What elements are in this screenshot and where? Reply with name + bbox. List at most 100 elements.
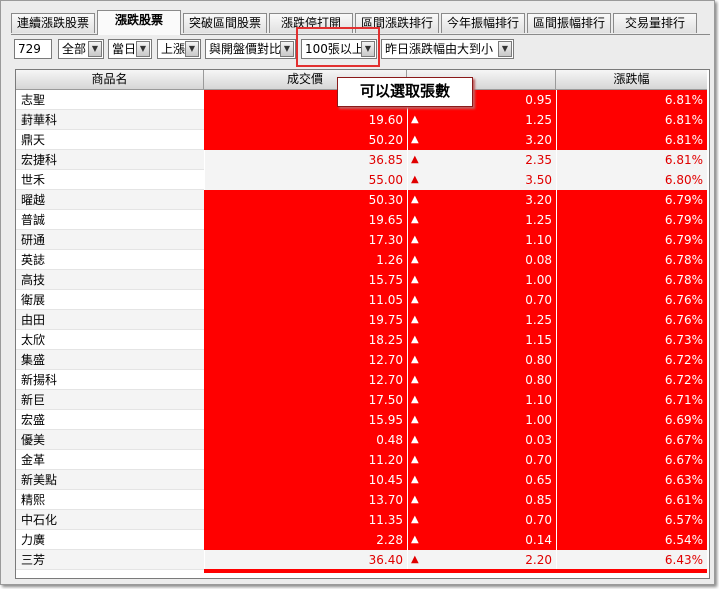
percent-cell: 6.61% (556, 490, 707, 510)
table-row[interactable]: 精熙 13.70 0.85 6.61% ▲ (16, 490, 707, 510)
stock-name-cell: 力廣 (16, 530, 204, 550)
table-row[interactable]: 金革 11.20 0.70 6.67% ▲ (16, 450, 707, 470)
stock-name-cell: 高技 (16, 270, 204, 290)
change-cell: 0.70 (407, 510, 556, 530)
period-select[interactable]: 當日 ▼ (108, 39, 152, 59)
table-row[interactable]: 中石化 11.35 0.70 6.57% ▲ (16, 510, 707, 530)
table-row[interactable]: 衛展 11.05 0.70 6.76% ▲ (16, 290, 707, 310)
change-cell: 0.70 (407, 450, 556, 470)
table-row[interactable]: 優美 0.48 0.03 6.67% ▲ (16, 430, 707, 450)
up-arrow-icon: ▲ (411, 254, 419, 265)
change-cell: 0.08 (407, 250, 556, 270)
price-cell: 17.30 (204, 230, 407, 250)
up-arrow-icon: ▲ (411, 374, 419, 385)
price-cell: 17.50 (204, 390, 407, 410)
stock-name-cell: 英誌 (16, 250, 204, 270)
compare-select-value: 與開盤價對比 (209, 42, 282, 56)
stock-name-cell: 衛展 (16, 290, 204, 310)
price-cell: 2.28 (204, 530, 407, 550)
percent-cell: 6.72% (556, 350, 707, 370)
stock-name-cell: 研通 (16, 230, 204, 250)
chevron-down-icon[interactable]: ▼ (498, 41, 512, 57)
up-arrow-icon: ▲ (411, 194, 419, 205)
price-cell: 55.00 (204, 170, 407, 190)
change-cell: 1.10 (407, 230, 556, 250)
up-arrow-icon: ▲ (411, 334, 419, 345)
percent-cell: 6.79% (556, 230, 707, 250)
tab-volume-ranking[interactable]: 交易量排行 (613, 13, 697, 33)
table-row[interactable]: 宏捷科 36.85 2.35 6.81% ▲ (16, 150, 707, 170)
table-row[interactable]: 鼎天 50.20 3.20 6.81% ▲ (16, 130, 707, 150)
price-cell: 1.26 (204, 250, 407, 270)
up-arrow-icon: ▲ (411, 554, 419, 565)
percent-cell: 6.67% (556, 430, 707, 450)
change-cell: 0.70 (407, 290, 556, 310)
change-cell: 1.00 (407, 410, 556, 430)
table-row[interactable]: 太欣 18.25 1.15 6.73% ▲ (16, 330, 707, 350)
table-row[interactable]: 新美點 10.45 0.65 6.63% ▲ (16, 470, 707, 490)
table-row[interactable]: 三芳 36.40 2.20 6.43% ▲ (16, 550, 707, 570)
up-arrow-icon: ▲ (411, 474, 419, 485)
percent-cell: 6.57% (556, 510, 707, 530)
chevron-down-icon[interactable]: ▼ (280, 41, 294, 57)
sort-select[interactable]: 昨日漲跌幅由大到小 ▼ (381, 39, 514, 59)
percent-cell: 6.78% (556, 270, 707, 290)
percent-cell: 6.73% (556, 330, 707, 350)
up-arrow-icon: ▲ (411, 234, 419, 245)
column-header-pct[interactable]: 漲跌幅 (556, 70, 707, 90)
price-cell: 0.48 (204, 430, 407, 450)
price-cell: 15.75 (204, 270, 407, 290)
table-row[interactable]: 力廣 2.28 0.14 6.54% ▲ (16, 530, 707, 550)
code-input[interactable]: 729 (14, 39, 52, 59)
price-cell: 12.70 (204, 350, 407, 370)
table-row[interactable]: 宏盛 15.95 1.00 6.69% ▲ (16, 410, 707, 430)
stock-name-cell: 太欣 (16, 330, 204, 350)
percent-cell: 6.76% (556, 290, 707, 310)
tab-consecutive[interactable]: 連續漲跌股票 (11, 13, 95, 33)
table-row[interactable]: 新揚科 12.70 0.80 6.72% ▲ (16, 370, 707, 390)
price-cell: 13.70 (204, 490, 407, 510)
compare-select[interactable]: 與開盤價對比 ▼ (205, 39, 296, 59)
tab-range-amplitude[interactable]: 區間振幅排行 (527, 13, 611, 33)
table-row[interactable]: 普誠 19.65 1.25 6.79% ▲ (16, 210, 707, 230)
price-cell: 19.65 (204, 210, 407, 230)
table-row[interactable]: 高技 15.75 1.00 6.78% ▲ (16, 270, 707, 290)
change-cell: 0.65 (407, 470, 556, 490)
table-row[interactable]: 由田 19.75 1.25 6.76% ▲ (16, 310, 707, 330)
change-cell: 2.35 (407, 150, 556, 170)
volume-filter-highlight (296, 27, 380, 67)
chevron-down-icon[interactable]: ▼ (88, 41, 102, 57)
change-cell: 0.03 (407, 430, 556, 450)
tab-breakout[interactable]: 突破區間股票 (183, 13, 267, 33)
price-cell: 15.95 (204, 410, 407, 430)
table-row[interactable]: 英誌 1.26 0.08 6.78% ▲ (16, 250, 707, 270)
change-cell: 1.15 (407, 330, 556, 350)
table-row[interactable]: 研通 17.30 1.10 6.79% ▲ (16, 230, 707, 250)
tab-up-down-stocks[interactable]: 漲跌股票 (97, 10, 181, 35)
stock-name-cell: 精熙 (16, 490, 204, 510)
chevron-down-icon[interactable]: ▼ (185, 41, 199, 57)
annotation-callout: 可以選取張數 (337, 77, 473, 107)
percent-cell: 6.63% (556, 470, 707, 490)
table-row[interactable]: 葑華科 19.60 1.25 6.81% ▲ (16, 110, 707, 130)
stock-table[interactable]: 商品名 成交價 漲跌幅 志聖0.956.81%▲葑華科19.601.256.81… (15, 69, 710, 579)
table-row[interactable]: 集盛 12.70 0.80 6.72% ▲ (16, 350, 707, 370)
percent-cell: 6.54% (556, 530, 707, 550)
stock-name-cell: 新巨 (16, 390, 204, 410)
stock-name-cell: 金革 (16, 450, 204, 470)
change-cell: 1.25 (407, 210, 556, 230)
tab-ytd-amplitude[interactable]: 今年振幅排行 (441, 13, 525, 33)
change-cell: 2.20 (407, 550, 556, 570)
column-header-name[interactable]: 商品名 (16, 70, 204, 90)
table-row[interactable]: 世禾 55.00 3.50 6.80% ▲ (16, 170, 707, 190)
up-arrow-icon: ▲ (411, 434, 419, 445)
percent-cell: 6.67% (556, 450, 707, 470)
up-arrow-icon: ▲ (411, 174, 419, 185)
direction-select[interactable]: 上漲 ▼ (157, 39, 201, 59)
table-row[interactable]: 新巨 17.50 1.10 6.71% ▲ (16, 390, 707, 410)
table-row[interactable]: 曜越 50.30 3.20 6.79% ▲ (16, 190, 707, 210)
chevron-down-icon[interactable]: ▼ (136, 41, 150, 57)
sort-select-value: 昨日漲跌幅由大到小 (385, 42, 494, 56)
market-select[interactable]: 全部 ▼ (58, 39, 104, 59)
up-arrow-icon: ▲ (411, 414, 419, 425)
